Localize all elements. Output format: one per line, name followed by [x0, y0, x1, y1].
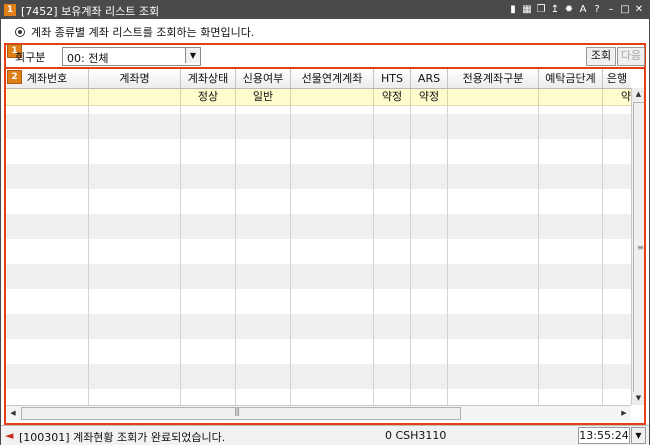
header-credit[interactable]: 신용여부 — [236, 69, 291, 88]
window-number-badge: 1 — [4, 4, 16, 16]
cell-dedicated-account — [448, 89, 539, 105]
status-code: 0 CSH3110 — [385, 429, 447, 442]
cell-account-number — [6, 89, 89, 105]
chevron-down-icon[interactable]: ▼ — [185, 48, 200, 63]
grip-icon: ≡ — [637, 243, 644, 252]
header-dedicated-account[interactable]: 전용계좌구분 — [448, 69, 539, 88]
column-divider — [447, 105, 448, 405]
cell-deposit-level — [539, 89, 603, 105]
cell-futures-linked — [291, 89, 374, 105]
window-title: [7452] 보유계좌 리스트 조회 — [21, 5, 160, 18]
header-deposit-level[interactable]: 예탁금단계 — [539, 69, 603, 88]
cell-ars: 약정 — [411, 89, 448, 105]
status-time: 13:55:24 — [578, 427, 630, 444]
account-type-label: 회구분 — [15, 51, 46, 64]
copy-icon[interactable]: ❐ — [535, 3, 547, 16]
column-divider — [602, 105, 603, 405]
column-divider — [180, 105, 181, 405]
status-bar: ◄ [100301] 계좌현황 조회가 완료되었습니다. 0 CSH3110 1… — [1, 425, 649, 445]
pin-icon[interactable]: ↥ — [549, 3, 561, 16]
header-ars[interactable]: ARS — [411, 69, 448, 88]
header-bank[interactable]: 은행 — [603, 69, 631, 88]
next-button[interactable]: 다음 — [617, 47, 645, 66]
panel-2-badge: 2 — [7, 70, 22, 84]
grip-icon: ||| — [234, 407, 240, 416]
title-bar-icons: ▮ ▦ ❐ ↥ ✹ A ? – □ ✕ — [507, 3, 645, 16]
link-icon[interactable]: ▮ — [507, 3, 519, 16]
column-divider — [538, 105, 539, 405]
table-row[interactable]: 정상 일반 약정 약정 약 — [6, 89, 631, 106]
close-icon[interactable]: ✕ — [633, 3, 645, 16]
main-window: 1 [7452] 보유계좌 리스트 조회 ▮ ▦ ❐ ↥ ✹ A ? – □ ✕… — [0, 0, 650, 445]
cell-account-status: 정상 — [181, 89, 236, 105]
description-text: 계좌 종류별 계좌 리스트를 조회하는 화면입니다. — [31, 26, 255, 39]
search-panel: 1 회구분 00: 전체 ▼ 조회 다음 — [4, 43, 646, 69]
screen-icon[interactable]: ▦ — [521, 3, 533, 16]
header-hts[interactable]: HTS — [374, 69, 411, 88]
scroll-down-icon[interactable]: ▼ — [632, 392, 644, 405]
header-account-status[interactable]: 계좌상태 — [181, 69, 236, 88]
horizontal-scrollbar[interactable]: ◀ ||| ▶ — [6, 405, 631, 420]
scroll-right-icon[interactable]: ▶ — [617, 406, 631, 420]
chevron-down-icon[interactable]: ▼ — [631, 427, 646, 444]
horizontal-scroll-thumb[interactable]: ||| — [21, 407, 461, 420]
scroll-left-icon[interactable]: ◀ — [6, 406, 20, 420]
cell-account-name — [89, 89, 181, 105]
font-size-icon[interactable]: A — [577, 3, 589, 16]
screen-description: 계좌 종류별 계좌 리스트를 조회하는 화면입니다. — [15, 24, 254, 40]
vertical-scrollbar[interactable]: ▲ ≡ ▼ — [631, 88, 644, 405]
account-list-panel: 계좌번호 계좌명 계좌상태 신용여부 선물연계계좌 HTS ARS 전용계좌구분… — [4, 67, 646, 425]
header-account-name[interactable]: 계좌명 — [89, 69, 181, 88]
column-divider — [88, 105, 89, 405]
minimize-icon[interactable]: – — [605, 3, 617, 16]
column-divider — [290, 105, 291, 405]
help-icon[interactable]: ? — [591, 3, 603, 16]
grid-header: 계좌번호 계좌명 계좌상태 신용여부 선물연계계좌 HTS ARS 전용계좌구분… — [6, 69, 631, 89]
column-divider — [235, 105, 236, 405]
account-type-select[interactable]: 00: 전체 ▼ — [62, 47, 201, 66]
query-button[interactable]: 조회 — [586, 47, 616, 66]
cell-hts: 약정 — [374, 89, 411, 105]
scroll-up-icon[interactable]: ▲ — [632, 88, 644, 101]
column-divider — [410, 105, 411, 405]
maximize-icon[interactable]: □ — [619, 3, 631, 16]
title-bar: 1 [7452] 보유계좌 리스트 조회 ▮ ▦ ❐ ↥ ✹ A ? – □ ✕ — [1, 1, 649, 19]
cell-credit: 일반 — [236, 89, 291, 105]
speaker-icon: ◄ — [5, 429, 14, 442]
settings-icon[interactable]: ✹ — [563, 3, 575, 16]
bullet-icon — [15, 27, 25, 37]
vertical-scroll-thumb[interactable]: ≡ — [633, 102, 644, 394]
account-type-value: 00: 전체 — [67, 52, 109, 65]
status-message: [100301] 계좌현황 조회가 완료되었습니다. — [19, 431, 226, 444]
column-divider — [373, 105, 374, 405]
cell-bank: 약 — [620, 90, 631, 103]
header-futures-linked[interactable]: 선물연계계좌 — [291, 69, 374, 88]
